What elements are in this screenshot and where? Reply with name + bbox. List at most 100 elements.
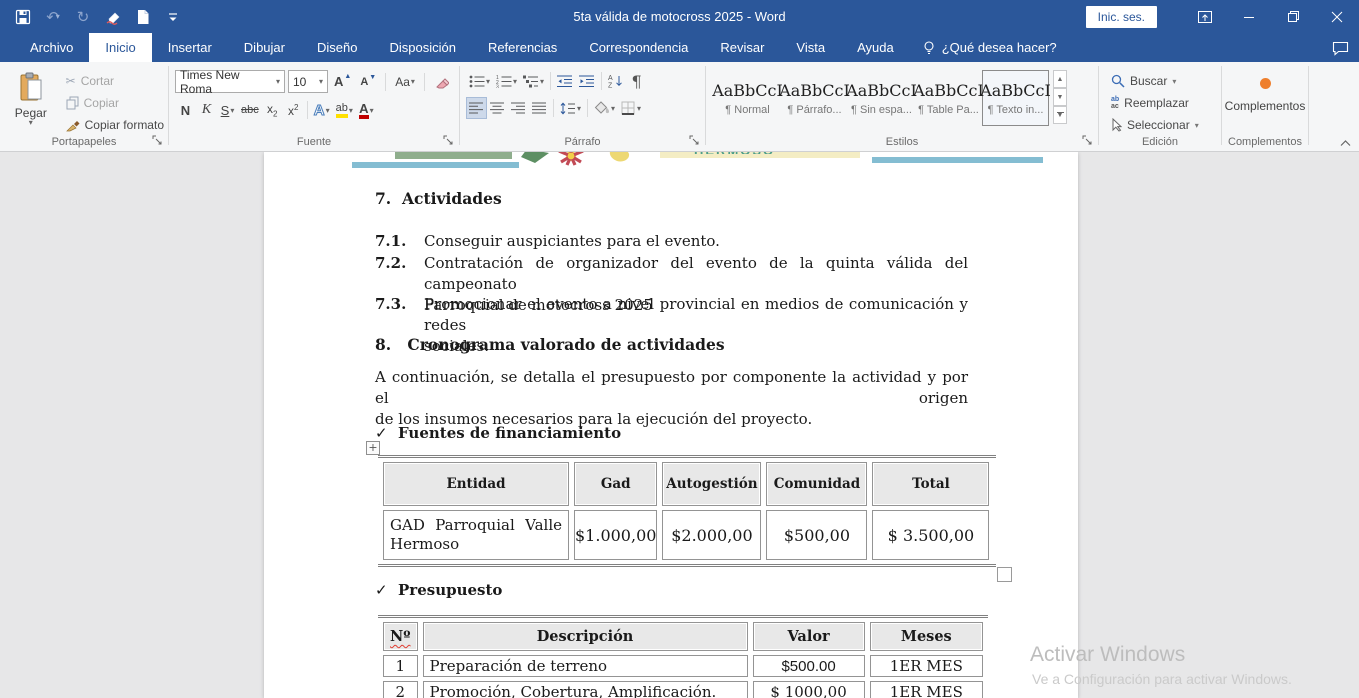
ribbon-display-options-icon[interactable] bbox=[1183, 0, 1227, 33]
tab-disposicion[interactable]: Disposición bbox=[373, 33, 471, 62]
tab-correspondencia[interactable]: Correspondencia bbox=[573, 33, 704, 62]
clear-formatting-button[interactable] bbox=[431, 71, 452, 93]
replace-icon: ab ac bbox=[1111, 96, 1119, 110]
replace-button[interactable]: ab ac Reemplazar bbox=[1107, 92, 1221, 114]
line-spacing-icon[interactable]: ▾ bbox=[557, 97, 584, 119]
copy-icon bbox=[66, 96, 79, 110]
item-7-1: 7.1. Conseguir auspiciantes para el even… bbox=[375, 231, 968, 252]
search-icon bbox=[1111, 74, 1125, 88]
sign-in-button[interactable]: Inic. ses. bbox=[1086, 6, 1157, 28]
tab-ayuda[interactable]: Ayuda bbox=[841, 33, 910, 62]
tell-me-box[interactable]: ¿Qué desea hacer? bbox=[910, 33, 1069, 62]
funding-header-entidad: Entidad bbox=[383, 462, 569, 506]
shrink-font-button[interactable]: A▼ bbox=[357, 71, 379, 93]
addin-dot-icon bbox=[1260, 78, 1271, 89]
group-edicion: Buscar▾ ab ac Reemplazar Seleccionar▾ Ed… bbox=[1099, 62, 1221, 151]
cursor-icon bbox=[1111, 118, 1122, 132]
decrease-indent-icon[interactable] bbox=[554, 70, 576, 92]
sort-icon[interactable]: AZ bbox=[605, 70, 626, 92]
increase-indent-icon[interactable] bbox=[576, 70, 598, 92]
budget-table[interactable]: Nº Descripción Valor Meses 1 Preparación… bbox=[378, 615, 988, 698]
font-name-combo[interactable]: Times New Roma▾ bbox=[175, 70, 285, 93]
funding-header-gad: Gad bbox=[574, 462, 657, 506]
borders-icon[interactable]: ▾ bbox=[618, 97, 644, 119]
styles-more-icon[interactable]: ▼ bbox=[1053, 106, 1067, 124]
highlight-button[interactable]: ab▾ bbox=[333, 99, 356, 121]
shading-icon[interactable]: ▾ bbox=[591, 97, 618, 119]
tab-dibujar[interactable]: Dibujar bbox=[228, 33, 301, 62]
minimize-button[interactable] bbox=[1227, 0, 1271, 33]
undo-icon[interactable]: ↶▾ bbox=[40, 5, 66, 29]
multilevel-list-icon[interactable]: ▾ bbox=[520, 70, 547, 92]
document-area[interactable]: HERMOSO 7. Actividades 7.1. Conseguir au… bbox=[0, 152, 1359, 698]
tab-archivo[interactable]: Archivo bbox=[14, 33, 89, 62]
new-document-icon[interactable] bbox=[130, 5, 156, 29]
activate-windows-subtext: Ve a Configuración para activar Windows. bbox=[1032, 671, 1292, 687]
tab-referencias[interactable]: Referencias bbox=[472, 33, 573, 62]
style-table-paragraph[interactable]: AaBbCcI ¶ Table Pa... bbox=[915, 70, 982, 126]
underline-button[interactable]: S▾ bbox=[217, 99, 238, 121]
italic-button[interactable]: K bbox=[196, 99, 217, 121]
tab-vista[interactable]: Vista bbox=[780, 33, 841, 62]
justify-icon[interactable] bbox=[529, 97, 550, 119]
show-marks-icon[interactable]: ¶ bbox=[626, 70, 647, 92]
budget-header-no: Nº bbox=[383, 622, 418, 651]
superscript-button[interactable]: x2 bbox=[283, 99, 304, 121]
change-case-button[interactable]: Aa▾ bbox=[392, 71, 418, 93]
cut-button[interactable]: ✂ Cortar bbox=[62, 70, 168, 92]
group-fuente: Times New Roma▾ 10▾ A▲ A▼ Aa▾ N K bbox=[169, 62, 459, 151]
paragraph-presupuesto: A continuación, se detalla el presupuest… bbox=[375, 367, 968, 430]
heading-cronograma: 8. Cronograma valorado de actividades bbox=[375, 335, 725, 354]
styles-dialog-launcher-icon[interactable] bbox=[1082, 135, 1094, 147]
styles-scroll-down-icon[interactable]: ▼ bbox=[1053, 88, 1067, 106]
funding-cell-total: $ 3.500,00 bbox=[872, 510, 989, 560]
find-button[interactable]: Buscar▾ bbox=[1107, 70, 1221, 92]
eraser-icon bbox=[434, 75, 449, 89]
style-normal[interactable]: AaBbCcI ¶ Normal bbox=[714, 70, 781, 126]
tab-inicio[interactable]: Inicio bbox=[89, 33, 151, 62]
copy-button[interactable]: Copiar bbox=[62, 92, 168, 114]
paste-button[interactable]: Pegar ▾ bbox=[8, 70, 54, 136]
feedback-icon[interactable] bbox=[1332, 33, 1349, 62]
document-page[interactable]: HERMOSO 7. Actividades 7.1. Conseguir au… bbox=[264, 152, 1078, 698]
font-dialog-launcher-icon[interactable] bbox=[443, 135, 455, 147]
style-parrafo[interactable]: AaBbCcI ¶ Párrafo... bbox=[781, 70, 848, 126]
tab-revisar[interactable]: Revisar bbox=[704, 33, 780, 62]
styles-scroll-up-icon[interactable]: ▲ bbox=[1053, 70, 1067, 88]
font-size-combo[interactable]: 10▾ bbox=[288, 70, 328, 93]
funding-table[interactable]: Entidad Gad Autogestión Comunidad Total … bbox=[378, 455, 996, 567]
style-sin-espaciado[interactable]: AaBbCcI ¶ Sin espa... bbox=[848, 70, 915, 126]
table-resize-handle[interactable] bbox=[997, 567, 1012, 582]
align-left-icon[interactable] bbox=[466, 97, 487, 119]
grow-font-button[interactable]: A▲ bbox=[331, 71, 354, 93]
select-button[interactable]: Seleccionar▾ bbox=[1107, 114, 1221, 136]
bullets-icon[interactable]: ▾ bbox=[466, 70, 493, 92]
ink-eraser-icon[interactable] bbox=[100, 5, 126, 29]
addins-button[interactable]: Complementos bbox=[1225, 70, 1305, 113]
text-effects-button[interactable]: A▾ bbox=[311, 99, 333, 121]
close-button[interactable] bbox=[1315, 0, 1359, 33]
tab-diseno[interactable]: Diseño bbox=[301, 33, 373, 62]
align-center-icon[interactable] bbox=[487, 97, 508, 119]
customize-qat-icon[interactable] bbox=[160, 5, 186, 29]
redo-icon[interactable]: ↻ bbox=[70, 5, 96, 29]
save-icon[interactable] bbox=[10, 5, 36, 29]
strikethrough-button[interactable]: abc bbox=[238, 99, 262, 121]
title-bar: ↶▾ ↻ 5ta válida de motocross 2025 - Word… bbox=[0, 0, 1359, 33]
format-painter-button[interactable]: Copiar formato bbox=[62, 114, 168, 136]
style-texto-independiente[interactable]: AaBbCcI ¶ Texto in... bbox=[982, 70, 1049, 126]
funding-header-autogestion: Autogestión bbox=[662, 462, 761, 506]
numbering-icon[interactable]: 123 ▾ bbox=[493, 70, 520, 92]
collapse-ribbon-icon[interactable] bbox=[1340, 139, 1351, 147]
align-right-icon[interactable] bbox=[508, 97, 529, 119]
paragraph-dialog-launcher-icon[interactable] bbox=[689, 135, 701, 147]
table-move-handle[interactable]: + bbox=[366, 441, 380, 455]
restore-button[interactable] bbox=[1271, 0, 1315, 33]
subscript-button[interactable]: x2 bbox=[262, 99, 283, 121]
heading-presupuesto: ✓ Presupuesto bbox=[375, 581, 502, 599]
tab-insertar[interactable]: Insertar bbox=[152, 33, 228, 62]
group-portapapeles: Pegar ▾ ✂ Cortar Copiar bbox=[0, 62, 168, 151]
clipboard-dialog-launcher-icon[interactable] bbox=[152, 135, 164, 147]
bold-button[interactable]: N bbox=[175, 99, 196, 121]
font-color-button[interactable]: A▾ bbox=[356, 99, 377, 121]
